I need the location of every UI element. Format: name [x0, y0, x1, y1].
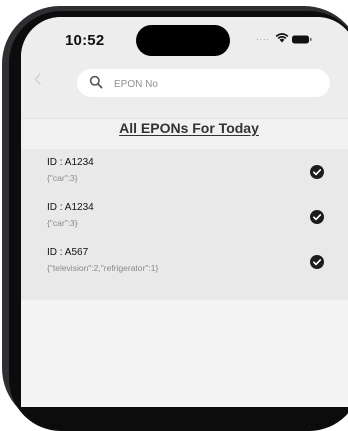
- cellular-signal-icon: ....: [256, 32, 271, 42]
- page-title: All EPONs For Today: [119, 120, 259, 136]
- status-time: 10:52: [65, 32, 105, 49]
- epon-id: ID : A1234: [47, 157, 94, 168]
- epon-list-item[interactable]: ID : A1234 {"car":3}: [21, 149, 348, 193]
- dynamic-island: [136, 25, 230, 56]
- epon-details: {"television":2,"refrigerator":1}: [47, 263, 159, 273]
- epon-list: ID : A1234 {"car":3} ID : A1234 {"car":3…: [21, 149, 348, 300]
- header-divider: [21, 118, 348, 119]
- epon-id: ID : A567: [47, 247, 89, 258]
- epon-list-item[interactable]: ID : A567 {"television":2,"refrigerator"…: [21, 239, 348, 283]
- epon-id: ID : A1234: [47, 202, 94, 213]
- app-header: 10:52 ....: [21, 17, 348, 118]
- back-chevron-icon[interactable]: [33, 72, 43, 86]
- search-icon: [89, 75, 103, 89]
- app-screen: 10:52 .... All EPONs For Today ID : A123…: [21, 17, 348, 407]
- battery-icon: [292, 35, 312, 44]
- epon-list-item[interactable]: ID : A1234 {"car":3}: [21, 194, 348, 238]
- check-circle-icon[interactable]: [310, 210, 324, 224]
- check-circle-icon[interactable]: [310, 165, 324, 179]
- check-circle-icon[interactable]: [310, 255, 324, 269]
- epon-details: {"car":3}: [47, 218, 78, 228]
- wifi-icon: [275, 33, 289, 43]
- epon-details: {"car":3}: [47, 173, 78, 183]
- search-bar[interactable]: [77, 69, 330, 97]
- search-input[interactable]: [112, 74, 316, 94]
